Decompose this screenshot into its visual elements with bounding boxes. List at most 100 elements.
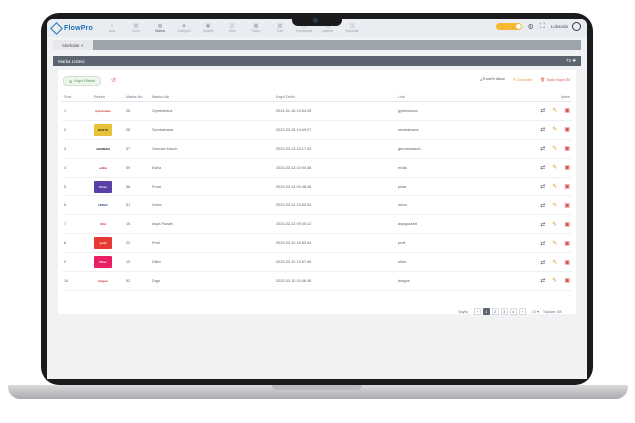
table-row[interactable]: 9 Ülker 15 Ülker 2023-03-10 15:57:45 ulker ⇄ ✎ ▣ bbox=[62, 252, 572, 273]
page-size-select[interactable]: 10 ▾ bbox=[532, 309, 539, 314]
page-button[interactable]: 2 bbox=[491, 308, 499, 315]
row-link: univo bbox=[396, 195, 518, 216]
nav-item[interactable]: ▤ Ürün bbox=[124, 23, 148, 34]
row-order: 8 bbox=[62, 233, 92, 254]
edit-icon[interactable]: ✎ bbox=[552, 202, 557, 209]
table-row[interactable]: 8 profi 22 Profi 2023-03-10 16:53:44 profi ⇄ ✎ ▣ bbox=[62, 233, 572, 254]
table-row[interactable]: 5 Pinar 58 Pınar 2023-03-13 09:48:48 pinar ⇄ ✎ ▣ bbox=[62, 177, 572, 197]
edit-icon[interactable]: ✎ bbox=[552, 259, 557, 266]
top-right-tools: ⚙ ⛶ Lokanda bbox=[495, 22, 581, 31]
sync-icon[interactable]: ⇄ bbox=[540, 221, 545, 228]
brand-logo: UNIVO bbox=[94, 199, 112, 212]
nav-item[interactable]: ⌂ Ana bbox=[100, 23, 124, 34]
delete-icon[interactable]: ▣ bbox=[564, 183, 570, 190]
row-id: 28 bbox=[124, 120, 150, 140]
delete-icon[interactable]: ▣ bbox=[564, 221, 570, 228]
table-row[interactable]: 4 evlila 59 Evlila 2023-03-13 10:04:38 evlila… bbox=[62, 158, 572, 178]
delete-icon[interactable]: ▣ bbox=[564, 107, 570, 114]
delete-icon[interactable]: ▣ bbox=[564, 126, 570, 133]
nav-item[interactable]: ▣ Sipariş bbox=[196, 23, 220, 34]
row-link: evlila bbox=[396, 158, 518, 178]
edit-icon[interactable]: ✎ bbox=[552, 145, 557, 152]
brand-logo: DARTS bbox=[94, 123, 112, 136]
sync-icon[interactable]: ⇄ bbox=[540, 126, 545, 133]
row-name: Evlila bbox=[150, 158, 274, 178]
section-title: Marka Listesi bbox=[58, 58, 85, 64]
table-row[interactable]: 10 dragos 52 Drgs 2023-03-10 10:46:36 dragos ⇄… bbox=[62, 271, 572, 291]
brand-logo: evlila bbox=[94, 161, 112, 174]
table-row[interactable]: 6 UNIVO 51 Univo 2023-03-12 15:53:34 univo ⇄ ✎ ▣ bbox=[62, 195, 572, 216]
export-button[interactable]: ⤓ Excel'e Aktar bbox=[480, 77, 505, 82]
col-header-link[interactable]: Link bbox=[396, 92, 518, 102]
page-button[interactable]: 4 bbox=[509, 308, 517, 315]
nav-item[interactable]: ◲ Raporlar bbox=[340, 23, 364, 34]
nav-label: Sipariş bbox=[202, 28, 214, 33]
page-button[interactable]: 3 bbox=[500, 308, 508, 315]
brand-logo-text: UNIVO bbox=[98, 203, 108, 208]
row-id: 22 bbox=[124, 233, 150, 254]
delete-icon[interactable]: ▣ bbox=[564, 259, 570, 266]
row-actions: ⇄ ✎ ▣ bbox=[518, 271, 572, 291]
sync-icon[interactable]: ⇄ bbox=[540, 240, 545, 247]
user-name[interactable]: Lokanda bbox=[551, 24, 568, 29]
page-button[interactable]: ‹ bbox=[473, 308, 481, 315]
gear-icon[interactable]: ⚙ bbox=[528, 23, 534, 31]
nav-item[interactable]: ◎ Marka bbox=[148, 23, 172, 34]
sync-icon[interactable]: ⇄ bbox=[540, 259, 545, 266]
col-header-order[interactable]: Sıra bbox=[62, 92, 92, 102]
table-row[interactable]: 2 DARTS 28 Sembalvana 2023-03-18 14:49:27 sem… bbox=[62, 120, 572, 140]
section-count[interactable]: 72 ✚ bbox=[566, 58, 576, 64]
table-row[interactable]: 1 Gymbobax 26 Gymbobaux 2024-01-16 10:54:28 g… bbox=[62, 101, 572, 121]
table-row[interactable]: 3 GERMAN 37 German Kasch 2023-03-13 15:17:43… bbox=[62, 139, 572, 159]
edit-icon[interactable]: ✎ bbox=[552, 183, 557, 190]
filter-button[interactable]: ⊕ Kayıt Filtrele bbox=[63, 76, 102, 86]
row-image: GERMAN bbox=[92, 139, 124, 159]
fullscreen-icon[interactable]: ⛶ bbox=[540, 23, 545, 31]
tab-markalar[interactable]: Markalar × bbox=[53, 40, 93, 50]
col-header-name[interactable]: Marka Adı bbox=[150, 92, 274, 102]
row-actions: ⇄ ✎ ▣ bbox=[518, 158, 572, 178]
row-order: 2 bbox=[62, 120, 92, 140]
nav-item[interactable]: ◫ Stok bbox=[220, 23, 244, 34]
bulk-edit-button[interactable]: ✎ Güncelle bbox=[513, 77, 532, 82]
sync-icon[interactable]: ⇄ bbox=[540, 107, 545, 114]
delete-icon[interactable]: ▣ bbox=[564, 277, 570, 284]
edit-icon[interactable]: ✎ bbox=[552, 126, 557, 133]
table-row[interactable]: 7 ASA 16 Asya Pazarlı 2023-03-12 09:45:12 asy… bbox=[62, 214, 572, 235]
col-header-image[interactable]: Resim bbox=[92, 92, 124, 102]
page-button[interactable]: 1 bbox=[482, 308, 490, 315]
sync-icon[interactable]: ⇄ bbox=[540, 145, 545, 152]
delete-icon[interactable]: ▣ bbox=[564, 240, 570, 247]
col-header-date[interactable]: Kayıt Tarihi bbox=[274, 92, 396, 102]
row-link: profi bbox=[396, 233, 518, 254]
edit-icon[interactable]: ✎ bbox=[552, 240, 557, 247]
app-logo[interactable]: FlowPro bbox=[50, 21, 96, 35]
row-id: 59 bbox=[124, 158, 150, 178]
row-name: Drgs bbox=[150, 271, 274, 291]
nav-item[interactable]: ▧ Cari bbox=[268, 23, 292, 34]
bulk-delete-button[interactable]: 🗑 Toplu Kayıt Sil bbox=[540, 77, 570, 82]
nav-label: Cari bbox=[276, 28, 284, 33]
sync-icon[interactable]: ⇄ bbox=[540, 277, 545, 284]
edit-icon[interactable]: ✎ bbox=[552, 277, 557, 284]
avatar[interactable] bbox=[572, 22, 581, 31]
delete-icon[interactable]: ▣ bbox=[564, 145, 570, 152]
col-header-actions: İşlem bbox=[518, 92, 572, 102]
delete-icon[interactable]: ▣ bbox=[564, 202, 570, 209]
sync-icon[interactable]: ⇄ bbox=[540, 164, 545, 171]
delete-icon[interactable]: ▣ bbox=[564, 164, 570, 171]
brand-logo: Ülker bbox=[94, 256, 112, 269]
row-actions: ⇄ ✎ ▣ bbox=[518, 252, 572, 273]
app-name: FlowPro bbox=[64, 24, 94, 32]
nav-item[interactable]: ◈ Kategori bbox=[172, 23, 196, 34]
sync-icon[interactable]: ⇄ bbox=[540, 183, 545, 190]
edit-icon[interactable]: ✎ bbox=[552, 107, 557, 114]
col-header-id[interactable]: Marka No bbox=[124, 92, 150, 102]
nav-item[interactable]: ▦ Satış bbox=[244, 23, 268, 34]
edit-icon[interactable]: ✎ bbox=[552, 164, 557, 171]
theme-toggle[interactable] bbox=[495, 23, 522, 30]
sync-icon[interactable]: ⇄ bbox=[540, 202, 545, 209]
edit-icon[interactable]: ✎ bbox=[552, 221, 557, 228]
page-button[interactable]: › bbox=[518, 308, 526, 315]
reset-icon[interactable]: ↺ bbox=[111, 77, 116, 84]
